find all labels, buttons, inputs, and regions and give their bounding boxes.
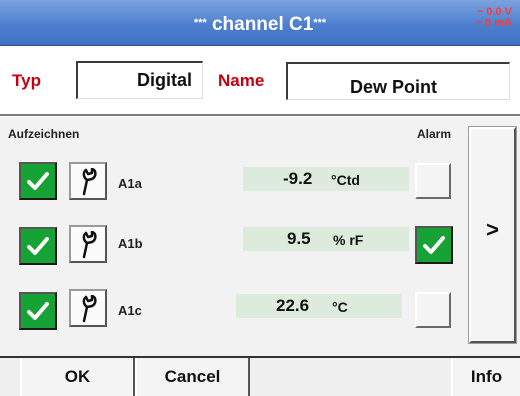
record-checkbox-a1a[interactable] [19, 162, 57, 200]
check-icon [27, 172, 49, 190]
channel-label-a1c: A1c [118, 303, 142, 318]
unit-a1a: °Ctd [331, 172, 360, 188]
signal-readout: ~ 0.0 V ~ 0 mA [476, 7, 512, 29]
channel-label-a1b: A1b [118, 236, 143, 251]
configure-button-a1c[interactable] [69, 289, 107, 327]
configure-button-a1a[interactable] [69, 162, 107, 200]
window-title: *** channel C1*** [0, 0, 520, 46]
record-checkbox-a1c[interactable] [19, 292, 57, 330]
alarm-checkbox-a1c[interactable] [415, 292, 451, 328]
value-a1c: 22.6 [276, 296, 310, 315]
channel-label-a1a: A1a [118, 176, 142, 191]
value-box-a1a: -9.2 °Ctd [243, 167, 409, 191]
check-icon [27, 302, 49, 320]
value-a1b: 9.5 [287, 229, 311, 248]
ok-button[interactable]: OK [20, 358, 135, 396]
title-stars-right: *** [313, 17, 327, 29]
name-label: Name [218, 71, 265, 90]
cancel-button[interactable]: Cancel [135, 358, 250, 396]
unit-a1b: % rF [333, 232, 364, 248]
name-field[interactable]: Dew Point [286, 62, 510, 100]
wrench-icon [82, 231, 97, 259]
value-box-a1b: 9.5 % rF [243, 227, 409, 251]
value-a1a: -9.2 [283, 169, 313, 188]
title-text: channel C1 [211, 14, 314, 35]
check-icon [27, 237, 49, 255]
wrench-icon [82, 295, 97, 323]
record-checkbox-a1b[interactable] [19, 227, 57, 265]
record-heading: Aufzeichnen [8, 127, 80, 141]
wrench-icon [82, 168, 97, 196]
title-stars-left: *** [193, 17, 207, 29]
alarm-checkbox-a1a[interactable] [415, 163, 451, 199]
value-box-a1c: 22.6 °C [236, 294, 402, 318]
check-icon [423, 236, 445, 254]
alarm-checkbox-a1b[interactable] [415, 226, 453, 264]
type-value: Digital [136, 70, 192, 90]
next-arrow-label: > [486, 217, 499, 242]
alarm-heading: Alarm [417, 127, 452, 141]
type-label: Typ [12, 71, 41, 90]
type-field[interactable]: Digital [76, 61, 203, 99]
unit-a1c: °C [332, 299, 348, 315]
name-value: Dew Point [350, 77, 438, 97]
next-page-button[interactable]: > [468, 126, 517, 344]
info-button[interactable]: Info [451, 358, 520, 396]
current-readout: ~ 0 mA [475, 17, 512, 29]
configure-button-a1b[interactable] [69, 225, 107, 263]
